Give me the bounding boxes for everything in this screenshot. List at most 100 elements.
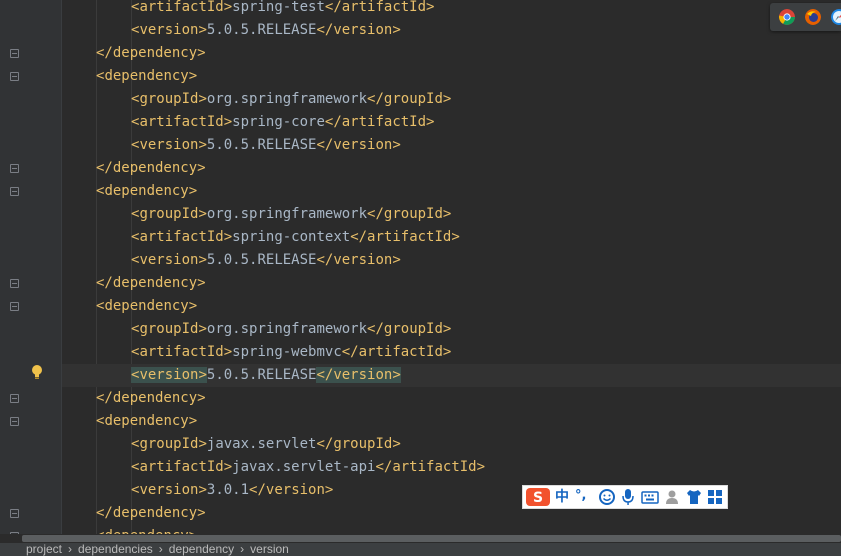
tag-name: groupId bbox=[383, 91, 443, 107]
code-line[interactable]: <artifactId>spring-test</artifactId> bbox=[62, 0, 841, 19]
code-line[interactable]: <artifactId>spring-context</artifactId> bbox=[62, 226, 841, 249]
code-text[interactable]: <groupId>org.springframework</groupId> bbox=[131, 88, 451, 111]
safari-icon[interactable] bbox=[831, 9, 841, 25]
code-text[interactable]: <version>5.0.5.RELEASE</version> bbox=[131, 134, 401, 157]
code-text[interactable]: <dependency> bbox=[96, 180, 197, 203]
sogou-logo-icon[interactable]: S bbox=[526, 488, 550, 506]
tag-name: version bbox=[139, 367, 199, 383]
code-line[interactable]: <groupId>javax.servlet</groupId> bbox=[62, 433, 841, 456]
tag-value: org.springframework bbox=[206, 206, 368, 222]
code-line[interactable]: <dependency> bbox=[62, 295, 841, 318]
code-text[interactable]: <version>5.0.5.RELEASE</version> bbox=[131, 249, 401, 272]
tag-name: groupId bbox=[383, 206, 443, 222]
code-line[interactable]: <version>5.0.5.RELEASE</version> bbox=[62, 249, 841, 272]
fold-marker-close[interactable] bbox=[10, 279, 19, 288]
code-line[interactable]: <dependency> bbox=[62, 65, 841, 88]
scrollbar-thumb[interactable] bbox=[22, 535, 841, 542]
code-line[interactable]: <version>5.0.5.RELEASE</version> bbox=[62, 19, 841, 42]
ime-toolbar: S 中 °, bbox=[522, 485, 728, 509]
code-text[interactable]: <dependency> bbox=[96, 65, 197, 88]
tag-name: artifactId bbox=[367, 229, 452, 245]
fold-marker-close[interactable] bbox=[10, 164, 19, 173]
tag-name: artifactId bbox=[392, 459, 477, 475]
fold-marker-open[interactable] bbox=[10, 72, 19, 81]
code-line[interactable]: <groupId>org.springframework</groupId> bbox=[62, 203, 841, 226]
tag-name: version bbox=[265, 482, 325, 498]
code-line-current[interactable]: <version>5.0.5.RELEASE</version> bbox=[62, 364, 841, 387]
code-text[interactable]: <dependency> bbox=[96, 525, 197, 534]
code-line[interactable]: </dependency> bbox=[62, 272, 841, 295]
code-text[interactable]: </dependency> bbox=[96, 502, 206, 525]
shirt-icon[interactable] bbox=[685, 488, 703, 506]
fold-marker-close[interactable] bbox=[10, 49, 19, 58]
code-line[interactable]: <artifactId>javax.servlet-api</artifactI… bbox=[62, 456, 841, 479]
code-text[interactable]: <version>3.0.1</version> bbox=[131, 479, 333, 502]
browser-preview-popup bbox=[770, 3, 841, 31]
tag-value: 3.0.1 bbox=[206, 482, 250, 498]
tag-name: artifactId bbox=[139, 344, 224, 360]
tag-name: dependency bbox=[112, 275, 198, 291]
code-line[interactable]: <groupId>org.springframework</groupId> bbox=[62, 88, 841, 111]
code-text[interactable]: <artifactId>javax.servlet-api</artifactI… bbox=[131, 456, 485, 479]
breadcrumb-item[interactable]: version bbox=[250, 543, 289, 556]
keyboard-icon[interactable] bbox=[641, 488, 659, 506]
code-text[interactable]: <artifactId>spring-context</artifactId> bbox=[131, 226, 460, 249]
code-text[interactable]: </dependency> bbox=[96, 272, 206, 295]
tag-name: artifactId bbox=[139, 459, 224, 475]
lightbulb-icon[interactable] bbox=[30, 364, 44, 380]
breadcrumb-item[interactable]: dependencies bbox=[78, 543, 153, 556]
code-line[interactable]: <dependency> bbox=[62, 180, 841, 203]
code-text[interactable]: <dependency> bbox=[96, 295, 197, 318]
ime-chinese-mode[interactable]: 中 bbox=[555, 488, 571, 506]
code-line[interactable]: <groupId>org.springframework</groupId> bbox=[62, 318, 841, 341]
breadcrumb-item[interactable]: project bbox=[26, 543, 62, 556]
code-line[interactable]: <artifactId>spring-core</artifactId> bbox=[62, 111, 841, 134]
tag-name: groupId bbox=[139, 436, 199, 452]
code-line[interactable]: <version>5.0.5.RELEASE</version> bbox=[62, 134, 841, 157]
code-line[interactable]: </dependency> bbox=[62, 157, 841, 180]
fold-marker-open[interactable] bbox=[10, 187, 19, 196]
code-line[interactable]: <artifactId>spring-webmvc</artifactId> bbox=[62, 341, 841, 364]
code-text[interactable]: <version>5.0.5.RELEASE</version> bbox=[131, 364, 401, 387]
tag-value: spring-webmvc bbox=[232, 344, 342, 360]
code-text[interactable]: <groupId>javax.servlet</groupId> bbox=[131, 433, 401, 456]
tag-name: version bbox=[139, 482, 199, 498]
breadcrumb-item[interactable]: dependency bbox=[169, 543, 234, 556]
chrome-icon[interactable] bbox=[779, 9, 795, 25]
code-line[interactable]: </dependency> bbox=[62, 42, 841, 65]
tag-value: javax.servlet-api bbox=[232, 459, 376, 475]
code-editor[interactable]: <artifactId>spring-test</artifactId> <ver… bbox=[62, 0, 841, 534]
code-text[interactable]: <groupId>org.springframework</groupId> bbox=[131, 318, 451, 341]
code-text[interactable]: </dependency> bbox=[96, 42, 206, 65]
fold-marker-close[interactable] bbox=[10, 394, 19, 403]
emoji-icon[interactable] bbox=[598, 488, 616, 506]
code-text[interactable]: <dependency> bbox=[96, 410, 197, 433]
tag-value: spring-core bbox=[232, 114, 325, 130]
code-line[interactable]: <dependency> bbox=[62, 525, 841, 534]
code-line[interactable]: </dependency> bbox=[62, 387, 841, 410]
code-text[interactable]: </dependency> bbox=[96, 387, 206, 410]
ime-punctuation[interactable]: °, bbox=[575, 488, 595, 506]
code-text[interactable]: </dependency> bbox=[96, 157, 206, 180]
tag-value: 5.0.5.RELEASE bbox=[206, 367, 317, 383]
fold-marker-open[interactable] bbox=[10, 417, 19, 426]
fold-marker-open[interactable] bbox=[10, 302, 19, 311]
code-line[interactable]: <dependency> bbox=[62, 410, 841, 433]
code-text[interactable]: <artifactId>spring-test</artifactId> bbox=[131, 0, 434, 19]
line-gutter[interactable] bbox=[0, 0, 62, 541]
fold-marker-close[interactable] bbox=[10, 509, 19, 518]
grid-icon[interactable] bbox=[707, 488, 723, 506]
code-text[interactable]: <artifactId>spring-webmvc</artifactId> bbox=[131, 341, 451, 364]
tag-value: 5.0.5.RELEASE bbox=[206, 22, 317, 38]
user-icon[interactable] bbox=[664, 488, 680, 506]
microphone-icon[interactable] bbox=[620, 488, 636, 506]
tag-name: artifactId bbox=[139, 229, 224, 245]
tag-value: spring-test bbox=[232, 0, 325, 15]
tag-name: artifactId bbox=[341, 114, 427, 130]
horizontal-scrollbar[interactable] bbox=[0, 534, 841, 543]
code-text[interactable]: <artifactId>spring-core</artifactId> bbox=[131, 111, 434, 134]
breadcrumb: project › dependencies › dependency › version bbox=[0, 543, 841, 556]
firefox-icon[interactable] bbox=[805, 9, 821, 25]
code-text[interactable]: <groupId>org.springframework</groupId> bbox=[131, 203, 451, 226]
code-text[interactable]: <version>5.0.5.RELEASE</version> bbox=[131, 19, 401, 42]
